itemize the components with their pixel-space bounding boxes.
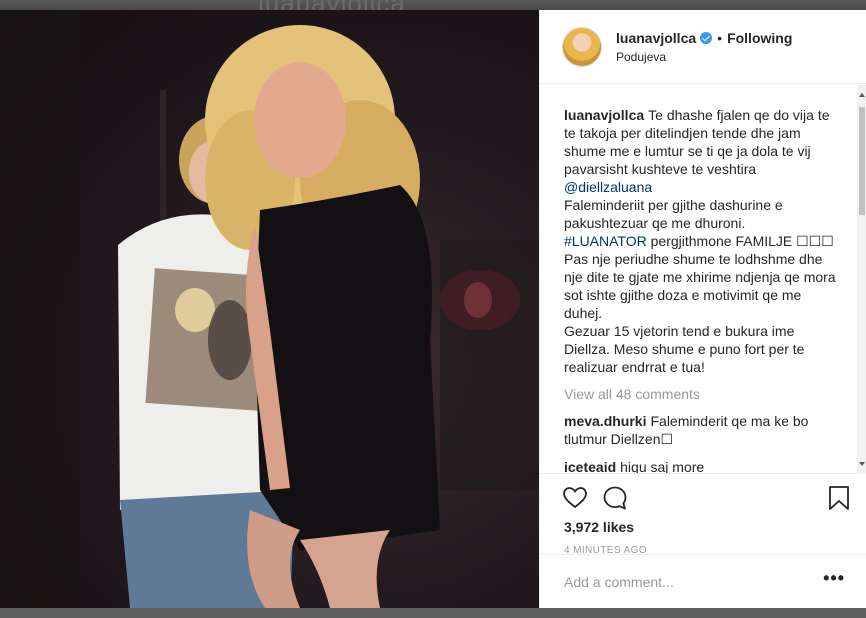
post-location[interactable]: Podujeva [616, 50, 792, 64]
following-button[interactable]: Following [727, 30, 792, 46]
comment-text: hiqu saj more [620, 459, 705, 474]
more-options-icon[interactable]: ••• [823, 569, 845, 587]
comments-list: luanavjollca Te dhashe fjalen qe do vija … [540, 85, 866, 474]
verified-badge-icon [700, 31, 713, 44]
view-all-comments-link[interactable]: View all 48 comments [564, 386, 841, 402]
post-photo[interactable] [0, 10, 539, 608]
photo-illustration [0, 10, 539, 608]
header-user-line: luanavjollca • Following [616, 30, 792, 46]
caption-text-3: pergjithmone FAMILJE ☐☐☐ [650, 233, 834, 249]
caption-text-5: Gezuar 15 vjetorin tend e bukura ime Die… [564, 323, 805, 375]
add-comment-bar: ••• [540, 554, 866, 608]
comment-username[interactable]: meva.dhurki [564, 413, 646, 429]
scroll-up-arrow-icon[interactable] [859, 93, 865, 97]
caption-text-4: Pas nje periudhe shume te lodhshme dhe n… [564, 251, 836, 321]
post-side-panel: luanavjollca • Following Podujeva luanav… [539, 10, 866, 608]
comments-scrollbar[interactable] [857, 85, 866, 473]
comment-icon[interactable] [602, 485, 628, 511]
add-comment-input[interactable] [564, 573, 804, 590]
header-text: luanavjollca • Following Podujeva [616, 30, 792, 64]
comments-section: luanavjollca Te dhashe fjalen qe do vija … [540, 85, 866, 474]
caption-hashtag[interactable]: #LUANATOR [564, 233, 647, 249]
header-separator: • [717, 29, 723, 46]
caption-text-2: Faleminderiit per gjithe dashurine e pak… [564, 197, 783, 231]
likes-count[interactable]: 3,972 likes [564, 519, 634, 535]
post-header: luanavjollca • Following Podujeva [540, 10, 866, 84]
scrollbar-thumb[interactable] [859, 107, 865, 215]
caption-username[interactable]: luanavjollca [564, 107, 644, 123]
comment-username[interactable]: iceteaid [564, 459, 616, 473]
header-username[interactable]: luanavjollca [616, 30, 696, 46]
bookmark-icon[interactable] [827, 485, 851, 511]
post-caption: luanavjollca Te dhashe fjalen qe do vija … [564, 106, 841, 376]
caption-mention[interactable]: @diellzaluana [564, 179, 652, 195]
comment-item: iceteaid hiqu saj more [564, 458, 841, 474]
action-icons-row [562, 485, 642, 511]
post-modal: luanavjollca • Following Podujeva luanav… [0, 10, 866, 608]
heart-icon[interactable] [562, 485, 588, 511]
scroll-down-arrow-icon[interactable] [859, 462, 865, 466]
comment-item: meva.dhurki Faleminderit qe ma ke bo tlut… [564, 412, 841, 448]
user-avatar[interactable] [562, 26, 602, 67]
